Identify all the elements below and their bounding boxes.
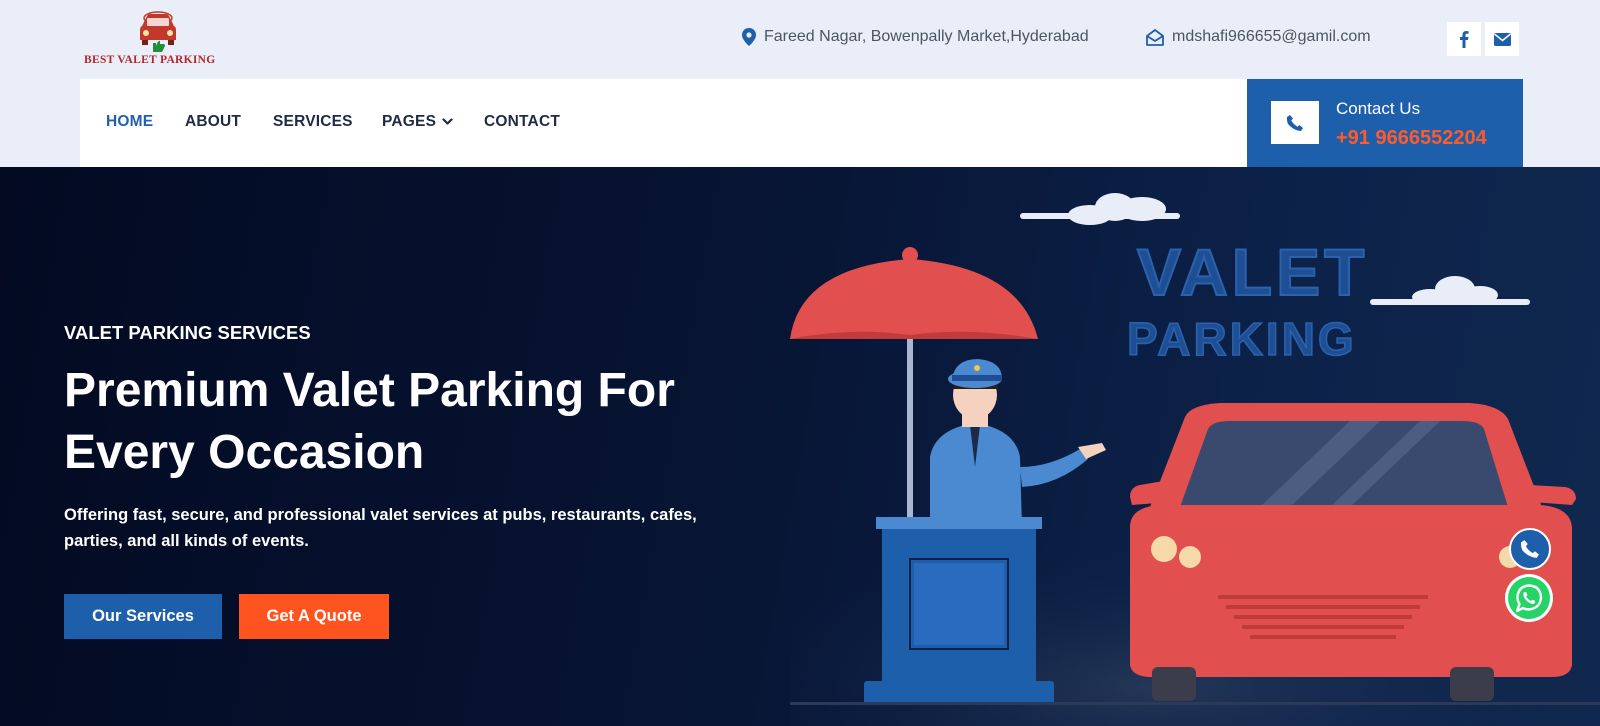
main-nav: HOME ABOUT SERVICES PAGES CONTACT	[80, 79, 1247, 167]
contact-label: Contact Us	[1336, 99, 1421, 118]
contact-box[interactable]: Contact Us +91 9666552204	[1247, 79, 1523, 167]
cloud-icon	[1020, 193, 1180, 225]
hero-section: VALET PARKING SERVICES Premium Valet Par…	[0, 167, 1600, 726]
facebook-icon	[1460, 31, 1469, 48]
our-services-button[interactable]: Our Services	[64, 594, 222, 639]
contact-phone-button[interactable]	[1271, 101, 1319, 144]
hero-title: Premium Valet Parking For Every Occasion	[64, 364, 675, 479]
nav-about[interactable]: ABOUT	[185, 113, 241, 131]
address-text: Fareed Nagar, Bowenpally Market,Hyderaba…	[764, 28, 1089, 45]
whatsapp-icon	[1508, 577, 1550, 619]
facebook-link[interactable]	[1447, 22, 1481, 56]
open-envelope-icon	[1146, 28, 1164, 46]
car-logo-icon	[140, 11, 176, 52]
contact-phone-number[interactable]: +91 9666552204	[1336, 127, 1487, 150]
nav-pages[interactable]: PAGES	[382, 113, 453, 131]
art-text-parking: PARKING	[1127, 313, 1357, 365]
email-link[interactable]	[1485, 22, 1519, 56]
top-bar: BEST VALET PARKING Fareed Nagar, Bowenpa…	[0, 0, 1600, 79]
art-text-valet: VALET	[1137, 235, 1368, 309]
address-info: Fareed Nagar, Bowenpally Market,Hyderaba…	[742, 28, 1089, 46]
valet-parking-illustration: VALET PARKING	[790, 193, 1600, 726]
cloud-icon	[1370, 276, 1530, 305]
hero-description: Offering fast, secure, and professional …	[64, 506, 697, 550]
chevron-down-icon	[442, 118, 453, 125]
get-a-quote-button[interactable]: Get A Quote	[239, 594, 389, 639]
phone-icon	[1520, 540, 1539, 558]
nav-contact[interactable]: CONTACT	[484, 113, 560, 131]
map-pin-icon	[742, 28, 756, 46]
brand-name: BEST VALET PARKING	[84, 54, 216, 66]
nav-services[interactable]: SERVICES	[273, 113, 353, 131]
hero-eyebrow: VALET PARKING SERVICES	[64, 322, 311, 343]
floating-call-button[interactable]	[1509, 528, 1551, 570]
valet-podium	[864, 517, 1054, 705]
email-text[interactable]: mdshafi966655@gamil.com	[1172, 28, 1371, 46]
nav-home[interactable]: HOME	[106, 113, 153, 131]
ground-line	[790, 702, 1600, 705]
brand-logo[interactable]: BEST VALET PARKING	[84, 8, 234, 70]
envelope-icon	[1493, 32, 1511, 46]
floating-whatsapp-button[interactable]	[1505, 574, 1553, 622]
phone-icon	[1286, 114, 1303, 131]
email-info[interactable]: mdshafi966655@gamil.com	[1146, 28, 1371, 46]
